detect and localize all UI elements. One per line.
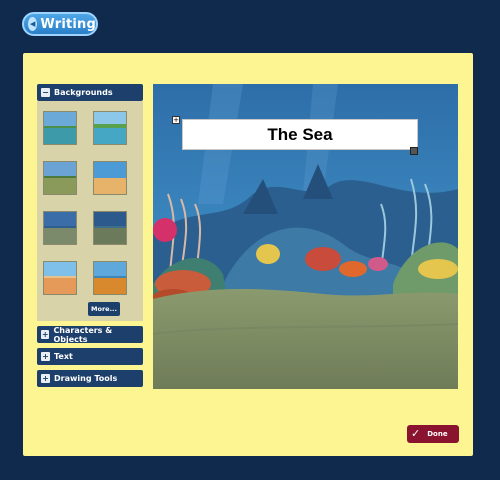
move-handle-icon[interactable]: +	[172, 116, 180, 124]
expand-icon: +	[41, 352, 50, 361]
back-arrow-icon: ◂	[28, 17, 38, 31]
background-thumb-2[interactable]	[93, 111, 127, 145]
more-backgrounds-button[interactable]: More...	[88, 302, 120, 316]
sidebar: − Backgrounds More... + Characters & Obj…	[37, 84, 143, 387]
checkmark-icon: ✓	[411, 427, 421, 440]
background-thumb-1[interactable]	[43, 111, 77, 145]
back-writing-label: Writing	[40, 16, 96, 32]
resize-handle-icon[interactable]	[410, 147, 418, 155]
background-thumb-8[interactable]	[93, 261, 127, 295]
text-label: Text	[54, 352, 73, 361]
backgrounds-section-header[interactable]: − Backgrounds	[37, 84, 143, 101]
editor-panel: − Backgrounds More... + Characters & Obj…	[23, 53, 473, 456]
background-thumb-4[interactable]	[93, 161, 127, 195]
backgrounds-grid: More...	[37, 101, 143, 321]
text-section-header[interactable]: + Text	[37, 348, 143, 365]
expand-icon: +	[41, 374, 50, 383]
done-label: Done	[427, 430, 448, 438]
scene-canvas[interactable]: The Sea +	[153, 84, 458, 389]
characters-objects-section-header[interactable]: + Characters & Objects	[37, 325, 143, 344]
background-thumb-7[interactable]	[43, 261, 77, 295]
collapse-icon: −	[41, 88, 50, 97]
backgrounds-label: Backgrounds	[54, 88, 113, 97]
background-thumb-3[interactable]	[43, 161, 77, 195]
done-button[interactable]: ✓ Done	[407, 425, 459, 443]
back-writing-button[interactable]: ◂ Writing	[22, 12, 98, 36]
scene-title-textbox[interactable]: The Sea	[182, 119, 418, 150]
background-thumb-5[interactable]	[43, 211, 77, 245]
drawing-tools-section-header[interactable]: + Drawing Tools	[37, 370, 143, 387]
characters-objects-label: Characters & Objects	[53, 325, 113, 344]
background-thumb-6[interactable]	[93, 211, 127, 245]
expand-icon: +	[41, 330, 50, 339]
drawing-tools-label: Drawing Tools	[54, 374, 118, 383]
